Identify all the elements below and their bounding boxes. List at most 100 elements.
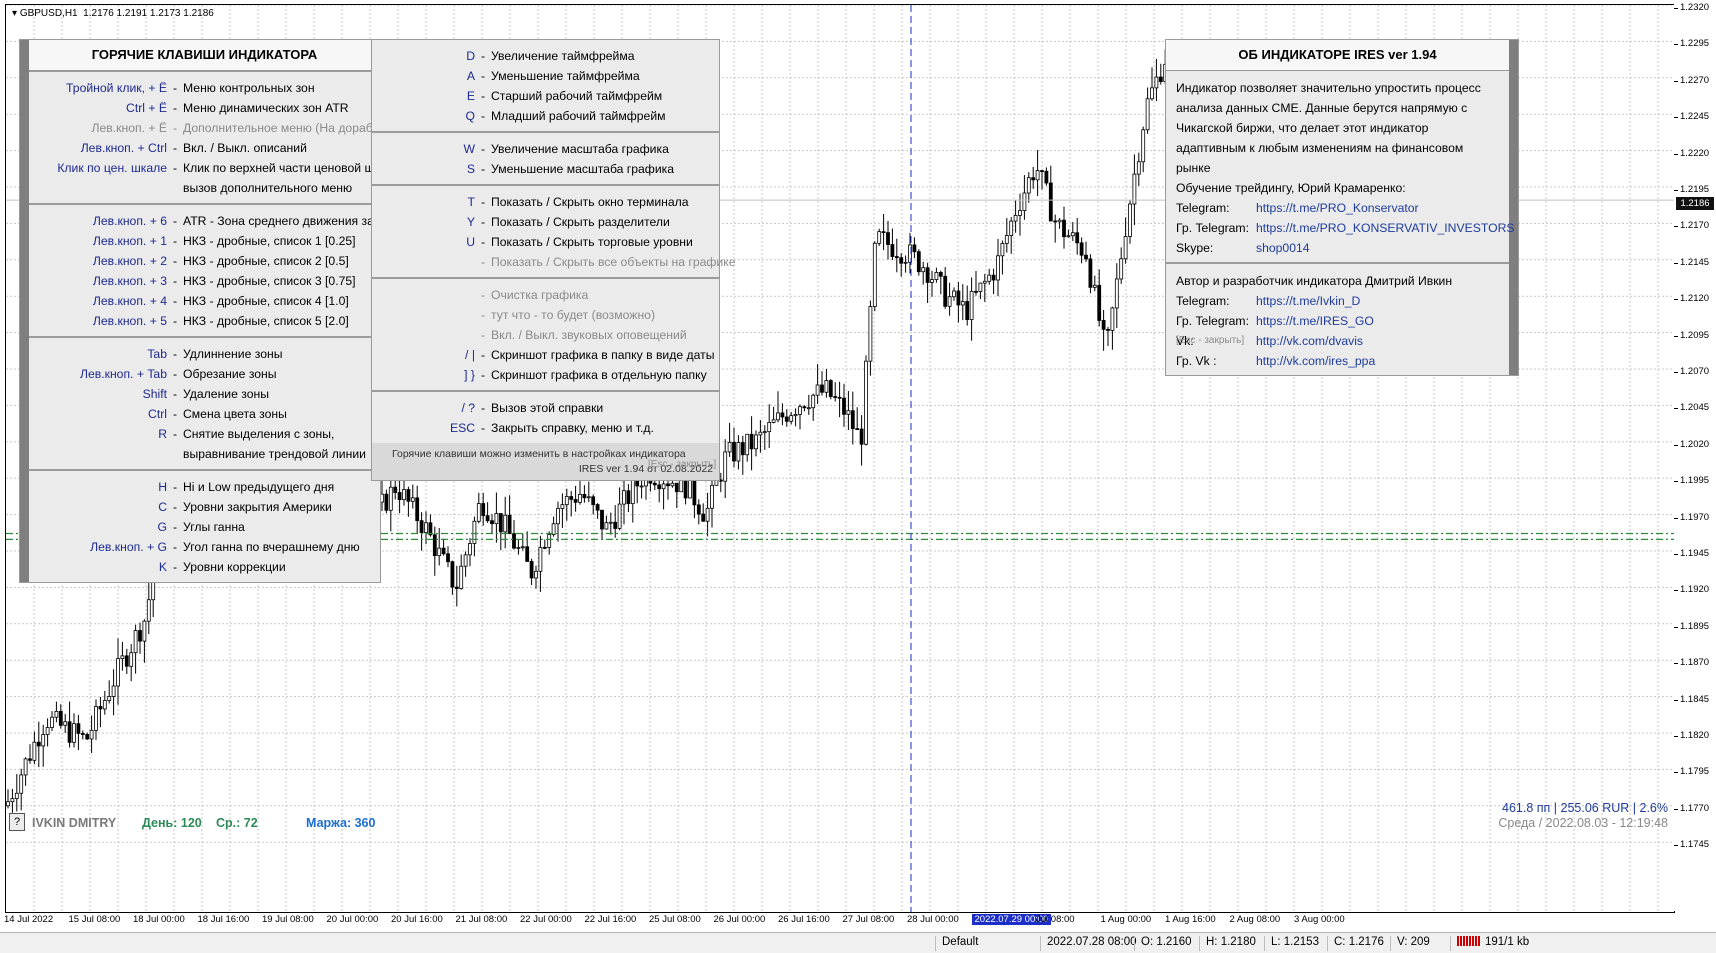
candle-body	[630, 479, 635, 505]
candle-body	[802, 406, 807, 409]
time-tick: 2 Aug 08:00	[1229, 914, 1281, 925]
candle-body	[956, 290, 961, 306]
hotkey-description: Показать / Скрыть окно терминала	[491, 195, 689, 209]
time-tick: 18 Jul 16:00	[197, 914, 250, 925]
candle-body	[41, 734, 46, 747]
candle-body	[512, 533, 516, 549]
price-tick: 1.1795	[1673, 766, 1710, 778]
hotkey-separator: -	[172, 520, 178, 534]
candle-body	[1088, 258, 1093, 288]
time-tick: 15 Jul 08:00	[68, 914, 121, 925]
contact-link[interactable]: http://vk.com/ires_ppa	[1256, 351, 1375, 371]
hotkey-row: K - Уровни коррекции	[29, 557, 380, 577]
candle-body	[701, 513, 706, 522]
avg-range: Ср.: 72	[216, 816, 258, 830]
price-tick: 1.2020	[1673, 438, 1710, 450]
time-tick: 26 Jul 16:00	[778, 914, 830, 925]
esc-close-hint-mid[interactable]: [Esc - закрыть]	[648, 459, 716, 470]
contact-label: Telegram:	[1176, 201, 1230, 215]
candle-body	[591, 496, 596, 505]
candle-body	[1053, 220, 1058, 223]
candle-body	[384, 493, 389, 511]
hotkey-row: Tab - Удлиннение зоны	[29, 344, 380, 364]
time-tick: 22 Jul 00:00	[520, 914, 572, 925]
hotkey-section: - Очистка графика - тут что - то будет (воз…	[372, 277, 719, 390]
hotkey-key: Лев.кноп. + 1	[92, 234, 167, 248]
candle-body	[881, 231, 886, 234]
contact-row: Skype: shop0014	[1176, 238, 1499, 258]
contact-label: Telegram:	[1176, 294, 1230, 308]
candle-body	[1026, 177, 1031, 194]
candle-body	[437, 547, 442, 557]
time-tick: 18 Jul 00:00	[133, 914, 185, 925]
status-profile[interactable]: Default	[935, 936, 1042, 951]
hotkey-separator: -	[480, 215, 486, 229]
status-low: L: 1.2153	[1264, 936, 1326, 951]
candle-body	[714, 479, 719, 486]
status-open: O: 1.2160	[1134, 936, 1196, 951]
hotkey-separator: -	[172, 161, 178, 175]
candle-body	[780, 412, 785, 418]
time-tick: 27 Jul 08:00	[842, 914, 895, 925]
contact-link[interactable]: http://vk.com/dvavis	[1256, 331, 1363, 351]
hotkey-key: H	[158, 480, 167, 494]
candle-body	[850, 410, 855, 429]
candle-body	[556, 508, 560, 525]
hotkey-description: НКЗ - дробные, список 2 [0.5]	[183, 254, 349, 268]
about-panel: ОБ ИНДИКАТОРЕ IRES ver 1.94 Индикатор по…	[1166, 40, 1518, 375]
esc-close-hint-about[interactable]: [Esc - закрыть]	[1176, 335, 1244, 346]
candle-body	[899, 257, 904, 264]
hotkey-key	[372, 252, 475, 272]
contact-row: Telegram: https://t.me/Ivkin_D	[1176, 291, 1499, 311]
contact-link[interactable]: shop0014	[1256, 238, 1310, 258]
hotkey-description: Старший рабочий таймфрейм	[491, 89, 663, 103]
hotkey-row: Лев.кноп. + 4- НКЗ - дробные, список 4 [1…	[29, 291, 380, 311]
candle-body	[1057, 219, 1062, 223]
price-tick: 1.1995	[1673, 475, 1710, 487]
candle-body	[982, 280, 987, 284]
help-button[interactable]: ?	[9, 813, 25, 831]
candle-body	[419, 520, 424, 534]
candle-body	[50, 716, 54, 728]
contact-link[interactable]: https://t.me/Ivkin_D	[1256, 291, 1360, 311]
candle-body	[54, 710, 59, 718]
candle-body	[696, 504, 701, 515]
candle-body	[468, 543, 472, 556]
candle-body	[784, 416, 789, 422]
price-axis[interactable]: 1.2320 1.2295 1.2270 1.2245 1.2220 1.2195 1.21…	[1673, 2, 1716, 911]
hotkey-row: Клик по цен. шкале - Клик по верхней части…	[29, 158, 406, 178]
candle-body	[767, 422, 772, 433]
hotkey-description: Очистка графика	[491, 288, 589, 302]
candle-body	[837, 396, 842, 399]
candle-body	[1097, 284, 1102, 321]
contact-label: Skype:	[1176, 241, 1214, 255]
hotkey-separator: -	[172, 540, 178, 554]
candle-body	[28, 758, 32, 761]
hotkeys-panel: ГОРЯЧИЕ КЛАВИШИ ИНДИКАТОРА Тройной клик,…	[20, 40, 406, 582]
hotkey-row: - тут что - то будет (возможно)	[372, 305, 719, 325]
current-price-label: 1.2186	[1676, 197, 1714, 211]
contact-row: Гр. Telegram: https://t.me/IRES_GO	[1176, 311, 1499, 331]
contact-link[interactable]: https://t.me/PRO_KONSERVATIV_INVESTORS	[1256, 218, 1515, 238]
hotkey-description: Вызов этой справки	[491, 401, 604, 415]
hotkey-row: / ? - Вызов этой справки	[372, 398, 719, 418]
candle-body	[1150, 87, 1154, 100]
candle-body	[912, 244, 917, 253]
candle-body	[406, 489, 411, 502]
candle-body	[947, 296, 952, 307]
hotkey-description: Увеличение масштаба графика	[491, 142, 669, 156]
candle-body	[63, 721, 68, 726]
hotkey-separator: -	[172, 274, 178, 288]
hotkey-key	[29, 444, 167, 464]
candle-body	[542, 546, 547, 549]
candle-body	[388, 486, 393, 511]
hotkey-key	[372, 305, 475, 325]
chart-area[interactable]: ▾ GBPUSD,H1 1.2176 1.2191 1.2173 1.2186 …	[5, 4, 1675, 913]
hotkey-description: Углы ганна	[183, 520, 245, 534]
contact-link[interactable]: https://t.me/IRES_GO	[1256, 311, 1374, 331]
contact-link[interactable]: https://t.me/PRO_Konservator	[1256, 198, 1419, 218]
candle-body	[380, 493, 384, 503]
time-axis[interactable]: 14 Jul 2022 15 Jul 08:00 18 Jul 00:00 18 Ju…	[0, 911, 1674, 929]
candle-body	[72, 723, 76, 743]
candle-body	[943, 275, 948, 307]
